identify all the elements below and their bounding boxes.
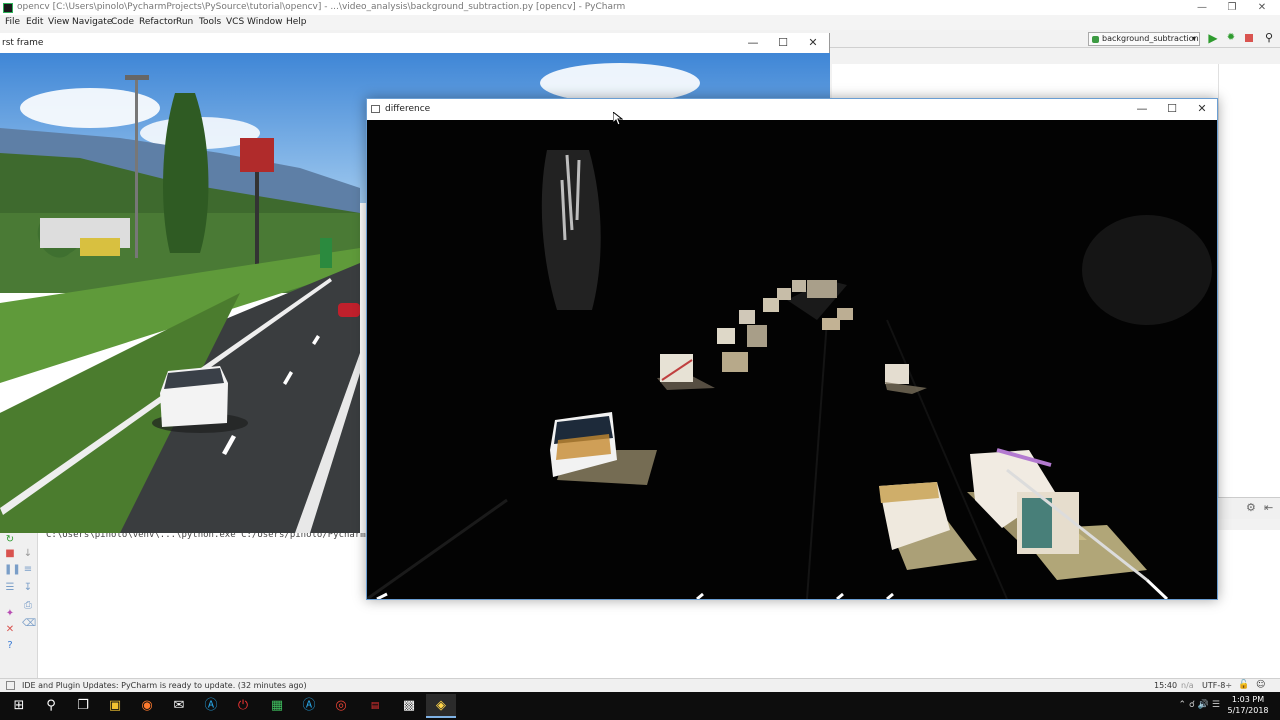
firefox-icon[interactable]: ◉ [132, 694, 162, 718]
arrow-down-icon[interactable]: ↓ [22, 548, 34, 560]
window-icon [371, 105, 380, 113]
minimize-icon[interactable]: — [1127, 99, 1157, 119]
minimize-icon[interactable]: — [1192, 0, 1212, 15]
stop-icon[interactable] [1242, 31, 1256, 45]
pycharm-app-icon [3, 3, 13, 13]
clapperboard-icon[interactable]: ▩ [394, 694, 424, 718]
task-view-icon[interactable]: ❐ [68, 694, 98, 718]
help-icon[interactable]: ? [4, 640, 16, 652]
menu-edit[interactable]: Edit [26, 15, 43, 30]
pycharm-title-bar: opencv [C:\Users\pinolo\PycharmProjects\… [0, 0, 1280, 15]
minimize-icon[interactable]: — [738, 33, 768, 53]
menu-code[interactable]: Code [111, 15, 134, 30]
power-app-icon[interactable]: ⏻ [228, 694, 258, 718]
caret-position[interactable]: 15:40 [1154, 679, 1177, 692]
difference-title-bar[interactable]: difference — ☐ ✕ [367, 99, 1217, 119]
editor-scroll-strip [1218, 64, 1280, 504]
windows-taskbar: ⊞ ⚲ ❐ ▣ ◉ ✉ Ⓐ ⏻ ▦ Ⓐ ◎ ▤ ▩ ◈ ⌃ ☌ 🔊 ☰ 1:03… [0, 692, 1280, 720]
skype-alt-icon[interactable]: Ⓐ [294, 694, 324, 718]
pycharm-taskbar-icon[interactable]: ▦ [262, 694, 292, 718]
play-icon[interactable]: ▶ [1206, 31, 1220, 45]
python-config-icon [1092, 36, 1099, 43]
file-encoding[interactable]: UTF-8÷ [1202, 679, 1232, 692]
search-icon[interactable]: ⚲ [36, 694, 66, 718]
restore-icon[interactable]: ❐ [1222, 0, 1242, 15]
run-panel-header: ⚙ ⇤ [1218, 497, 1280, 519]
pin-icon[interactable]: ✦ [4, 608, 16, 620]
run-configuration-select[interactable]: background_subtraction ▾ [1088, 32, 1200, 46]
mouse-cursor-icon [613, 112, 623, 126]
menu-view[interactable]: View [48, 15, 69, 30]
lock-icon[interactable]: 🔓 [1238, 679, 1249, 692]
system-tray-icons[interactable]: ⌃ ☌ 🔊 ☰ [1179, 700, 1220, 710]
chevron-down-icon: ▾ [1191, 34, 1196, 43]
system-clock[interactable]: 1:03 PM 5/17/2018 [1226, 694, 1270, 716]
menu-run[interactable]: Run [176, 15, 193, 30]
first-frame-title-bar[interactable]: rst frame — ☐ ✕ [0, 33, 829, 53]
menu-window[interactable]: Window [247, 15, 283, 30]
clock-time: 1:03 PM [1231, 695, 1265, 704]
menu-help[interactable]: Help [286, 15, 307, 30]
difference-image [367, 120, 1217, 599]
print-icon[interactable]: ⎙ [22, 600, 34, 612]
video-editor-icon[interactable]: ▤ [360, 694, 390, 718]
file-explorer-icon[interactable]: ▣ [100, 694, 130, 718]
maximize-icon[interactable]: ☐ [1157, 99, 1187, 119]
search-icon[interactable]: ⚲ [1262, 31, 1276, 45]
pause-icon[interactable]: ❚❚ [4, 564, 21, 576]
difference-window[interactable]: difference — ☐ ✕ [366, 98, 1218, 600]
gear-icon[interactable]: ⚙ [1246, 501, 1256, 514]
frame-difference-image [367, 120, 1217, 599]
maximize-icon[interactable]: ☐ [768, 33, 798, 53]
close-icon[interactable]: ✕ [1252, 0, 1272, 15]
clock-date: 5/17/2018 [1227, 706, 1269, 715]
scroll-to-end-icon[interactable]: ↧ [22, 582, 34, 594]
close-icon[interactable]: ✕ [1187, 99, 1217, 119]
line-separator[interactable]: n/a [1181, 679, 1194, 692]
chrome-icon[interactable]: ◎ [326, 694, 356, 718]
soft-wrap-icon[interactable]: ≡ [22, 564, 34, 576]
menu-file[interactable]: File [5, 15, 20, 30]
menu-bar: File Edit View Navigate Code Refactor Ru… [0, 15, 1280, 30]
menu-navigate[interactable]: Navigate [72, 15, 112, 30]
layout-icon[interactable]: ☰ [4, 582, 16, 594]
windows-start-icon[interactable]: ⊞ [4, 694, 34, 718]
toggle-tool-windows-icon[interactable] [6, 681, 15, 690]
run-toolbar-gutter: ↻ ↓ ■ ❚❚ ≡ ☰ ↧ ⎙ ✦ ⌫ ✕ ? [0, 530, 38, 678]
run-configuration-label: background_subtraction [1102, 34, 1199, 43]
close-icon[interactable]: ✕ [798, 33, 828, 53]
window-title: opencv [C:\Users\pinolo\PycharmProjects\… [17, 2, 626, 12]
trash-icon[interactable]: ⌫ [22, 618, 36, 630]
status-message[interactable]: IDE and Plugin Updates: PyCharm is ready… [22, 679, 307, 692]
stop-run-icon[interactable]: ■ [4, 548, 16, 560]
menu-tools[interactable]: Tools [199, 15, 221, 30]
close-run-icon[interactable]: ✕ [4, 624, 16, 636]
mail-icon[interactable]: ✉ [164, 694, 194, 718]
rerun-icon[interactable]: ↻ [4, 534, 16, 546]
python-icon[interactable]: ◈ [426, 694, 456, 718]
skype-icon[interactable]: Ⓐ [196, 694, 226, 718]
menu-vcs[interactable]: VCS [226, 15, 244, 30]
hide-panel-icon[interactable]: ⇤ [1264, 501, 1273, 514]
difference-title: difference [385, 104, 431, 114]
menu-refactor[interactable]: Refactor [139, 15, 177, 30]
bug-icon[interactable]: ✹ [1224, 31, 1238, 45]
inspector-icon[interactable]: ☺ [1256, 679, 1265, 692]
first-frame-title: rst frame [2, 38, 44, 48]
status-bar: IDE and Plugin Updates: PyCharm is ready… [0, 678, 1280, 692]
